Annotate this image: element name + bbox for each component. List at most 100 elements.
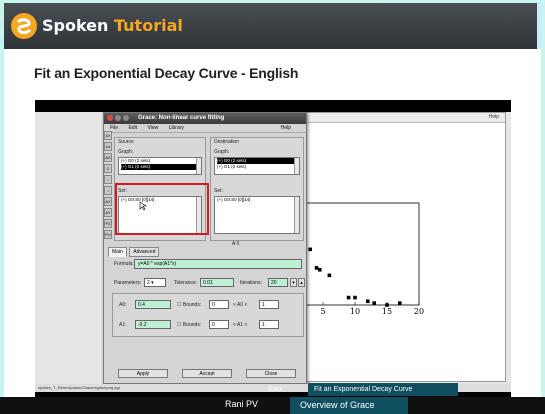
tolerance-input[interactable]: 0.01 bbox=[200, 278, 234, 287]
parameters-select[interactable]: 2 ▾ bbox=[144, 278, 166, 287]
menu-help[interactable]: Help bbox=[281, 124, 291, 133]
lower-third-bar: Rani PV Overview of Grace bbox=[0, 397, 545, 414]
video-player[interactable]: Help 0510152000.10.20.30.40.5 Grace: Non… bbox=[35, 100, 511, 410]
site-header: Spoken Tutorial bbox=[4, 3, 541, 49]
destination-graph-item[interactable]: (+) G1 (0 sets) bbox=[217, 164, 299, 170]
minimize-window-icon[interactable] bbox=[115, 115, 121, 121]
toolbar-ay-button[interactable]: AY bbox=[104, 208, 112, 217]
destination-graph-list[interactable]: (+) G0 (2 sets) (+) G1 (0 sets) bbox=[214, 157, 300, 175]
iterations-label: Iterations: bbox=[240, 280, 262, 286]
toolbar-pz-button[interactable]: PZ bbox=[104, 219, 112, 228]
iterations-up-icon[interactable]: ▴ bbox=[298, 278, 305, 287]
x-tick-label: 20 bbox=[414, 307, 424, 316]
data-point bbox=[385, 303, 389, 307]
destination-set-scrollbar[interactable] bbox=[294, 197, 299, 233]
toolbar-zoom-button[interactable]: Z bbox=[104, 164, 112, 173]
param-a1-bounds-text: Bounds: bbox=[182, 322, 202, 328]
fit-tabs: Main Advanced bbox=[108, 247, 160, 257]
toolbar-down-button[interactable]: ↓ bbox=[104, 186, 112, 195]
toolbar-autoscale-button[interactable]: AS bbox=[104, 153, 112, 162]
page-title: Fit an Exponential Decay Curve - English bbox=[34, 65, 299, 81]
x-tick-label: 15 bbox=[382, 307, 392, 316]
data-point bbox=[398, 301, 402, 305]
close-window-icon[interactable] bbox=[107, 115, 113, 121]
nonlinear-fit-dialog: Grace: Non-linear curve fitting File Edi… bbox=[103, 112, 307, 384]
dialog-menubar: File Edit View Library Help bbox=[104, 124, 306, 133]
data-point bbox=[372, 301, 376, 305]
param-a0-bounds-label: ☐ Bounds: bbox=[177, 302, 202, 308]
formula-label: Formula: bbox=[114, 261, 134, 267]
iterations-input[interactable]: 20 bbox=[268, 278, 288, 287]
menu-view[interactable]: View bbox=[147, 125, 158, 131]
lower-third-speaker: Rani PV bbox=[225, 399, 259, 409]
data-point bbox=[366, 299, 370, 304]
destination-label: Destination bbox=[214, 139, 240, 145]
apply-button[interactable]: Apply bbox=[118, 369, 168, 378]
destination-graph-label: Graph: bbox=[214, 149, 230, 155]
brand-part-1: Spoken bbox=[42, 16, 109, 35]
param-a1-lower[interactable]: 0 bbox=[209, 320, 229, 329]
destination-set-item[interactable]: (+) G0.S0 [0][14] bbox=[217, 197, 299, 203]
mouse-pointer-icon bbox=[139, 201, 147, 211]
spoken-tutorial-logo-icon[interactable] bbox=[10, 12, 38, 40]
tolerance-label: Tolerance: bbox=[174, 280, 198, 286]
destination-panel: Destination Graph: (+) G0 (2 sets) (+) G… bbox=[210, 137, 304, 241]
dialog-title: Grace: Non-linear curve fitting bbox=[138, 115, 225, 121]
source-graph-item[interactable]: (+) G1 (0 sets) bbox=[121, 164, 201, 170]
param-a0-mid: < A0 < bbox=[233, 302, 248, 308]
source-graph-scrollbar[interactable] bbox=[196, 158, 201, 174]
iterations-down-icon[interactable]: ▾ bbox=[290, 278, 297, 287]
toolbar-lens-button[interactable]: Ln bbox=[104, 142, 112, 151]
destination-set-list[interactable]: (+) G0.S0 [0][14] bbox=[214, 196, 300, 234]
param-a0-label: A0: bbox=[119, 302, 127, 308]
param-a1-bounds-label: ☐ Bounds: bbox=[177, 322, 202, 328]
param-a0-bounds-text: Bounds: bbox=[182, 302, 202, 308]
source-label: Source bbox=[118, 139, 134, 145]
toolbar-pu-button[interactable]: PU bbox=[104, 230, 112, 239]
param-a1-input[interactable]: -0.2 bbox=[135, 320, 171, 329]
data-point bbox=[314, 266, 319, 270]
source-graph-label: Graph: bbox=[118, 149, 134, 155]
data-point bbox=[353, 295, 357, 300]
axis-readout: A 0 bbox=[232, 241, 240, 247]
param-a0-input[interactable]: 0.4 bbox=[135, 300, 171, 309]
lower-third-title: Overview of Grace bbox=[290, 397, 408, 414]
parameters-value: 2 bbox=[147, 280, 150, 286]
param-a1-mid: < A1 < bbox=[233, 322, 248, 328]
brand-part-2: Tutorial bbox=[114, 16, 183, 35]
brand-name[interactable]: Spoken Tutorial bbox=[42, 16, 183, 35]
parameters-label: Parameters: bbox=[114, 280, 142, 286]
param-a1-upper[interactable]: 1 bbox=[259, 320, 279, 329]
data-point bbox=[327, 273, 332, 278]
param-a0-upper[interactable]: 1 bbox=[259, 300, 279, 309]
header-edge bbox=[537, 3, 541, 49]
tab-main[interactable]: Main bbox=[108, 247, 127, 257]
destination-graph-scrollbar[interactable] bbox=[294, 158, 299, 174]
maximize-window-icon[interactable] bbox=[123, 115, 129, 121]
plot-frame bbox=[290, 202, 420, 306]
toolbar-ax-button[interactable]: AX bbox=[104, 197, 112, 206]
caption-title: Fit an Exponential Decay Curve bbox=[308, 383, 458, 396]
toolbar-pan-button[interactable]: ⇔ bbox=[104, 175, 112, 184]
param-a0-lower[interactable]: 0 bbox=[209, 300, 229, 309]
destination-set-label: Set: bbox=[214, 188, 223, 194]
param-a1-label: A1: bbox=[119, 322, 127, 328]
video-desktop: Help 0510152000.10.20.30.40.5 Grace: Non… bbox=[35, 112, 511, 392]
menu-library[interactable]: Library bbox=[169, 125, 184, 131]
toolbar-draw-button[interactable]: Dr bbox=[104, 131, 112, 140]
data-point bbox=[318, 267, 322, 272]
grace-help-menu[interactable]: Help bbox=[489, 114, 499, 120]
dialog-titlebar: Grace: Non-linear curve fitting bbox=[104, 113, 306, 124]
close-button[interactable]: Close bbox=[246, 369, 296, 378]
data-point bbox=[346, 295, 351, 300]
tab-advanced[interactable]: Advanced bbox=[129, 247, 160, 257]
data-point bbox=[308, 247, 312, 252]
browser-page: Spoken Tutorial Fit an Exponential Decay… bbox=[4, 3, 541, 414]
x-tick-label: 10 bbox=[350, 307, 360, 316]
menu-edit[interactable]: Edit bbox=[128, 125, 137, 131]
grace-side-toolbar: Dr Ln AS Z ⇔ ↓ AX AY PZ PU bbox=[104, 131, 112, 241]
x-tick-label: 5 bbox=[320, 307, 325, 316]
formula-input[interactable]: y=A0 * exp(A1*x) bbox=[134, 259, 302, 269]
accept-button[interactable]: Accept bbox=[182, 369, 232, 378]
source-graph-list[interactable]: (+) G0 (2 sets) (+) G1 (0 sets) bbox=[118, 157, 202, 175]
